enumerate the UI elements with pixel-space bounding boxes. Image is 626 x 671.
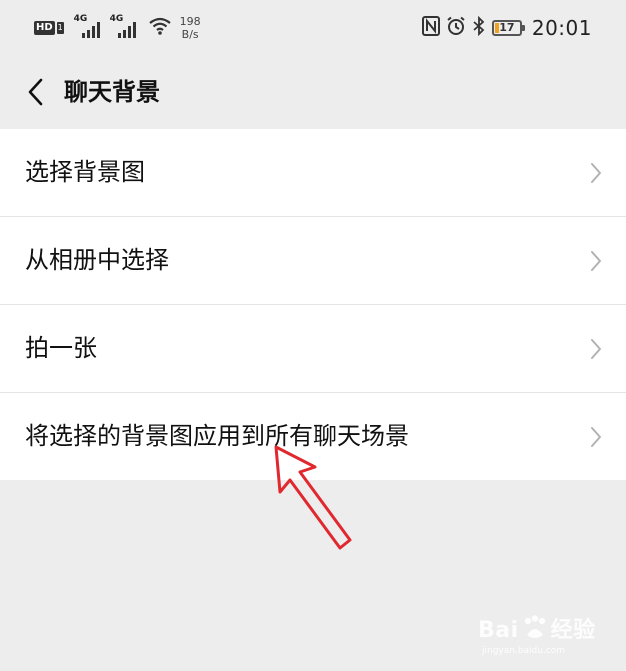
navigation-bar: 聊天背景	[0, 56, 626, 128]
battery-icon: 17	[491, 20, 525, 36]
battery-level: 17	[499, 21, 515, 34]
nfc-icon	[421, 16, 440, 40]
status-bar: HD 1 4G 4G 198 B/s 17 20:01	[0, 0, 626, 56]
wifi-icon	[148, 17, 172, 39]
watermark-brand-text: Bai	[478, 618, 519, 643]
menu-item-choose-background[interactable]: 选择背景图	[0, 129, 626, 217]
speed-unit: B/s	[181, 28, 199, 41]
status-time: 20:01	[531, 16, 592, 40]
watermark-brand: Bai 经验	[478, 612, 596, 644]
bluetooth-icon	[472, 15, 486, 40]
menu-item-take-photo[interactable]: 拍一张	[0, 305, 626, 393]
signal-1-icon: 4G	[74, 14, 104, 40]
menu-item-label: 拍一张	[25, 334, 97, 362]
chevron-right-icon	[591, 339, 601, 359]
menu-item-choose-from-album[interactable]: 从相册中选择	[0, 217, 626, 305]
chevron-right-icon	[591, 163, 601, 183]
menu-item-label: 将选择的背景图应用到所有聊天场景	[25, 422, 409, 450]
watermark-url: jingyan.baidu.com	[482, 646, 566, 656]
alarm-icon	[446, 16, 466, 40]
menu-item-label: 选择背景图	[25, 158, 145, 186]
baidu-jingyan-watermark: Bai 经验 jingyan.baidu.com	[478, 604, 618, 660]
chevron-left-icon	[28, 78, 43, 106]
watermark-brand-suffix: 经验	[550, 618, 596, 643]
menu-item-label: 从相册中选择	[25, 246, 169, 274]
network-speed: 198 B/s	[180, 15, 201, 41]
paw-icon	[524, 615, 545, 638]
chevron-right-icon	[591, 427, 601, 447]
hd-badge: HD	[34, 21, 55, 35]
page-title: 聊天背景	[64, 78, 160, 106]
sim-number: 1	[56, 22, 64, 34]
status-bar-right: 17 20:01	[421, 12, 592, 44]
menu-item-apply-to-all-chats[interactable]: 将选择的背景图应用到所有聊天场景	[0, 393, 626, 480]
status-bar-left: HD 1 4G 4G 198 B/s	[34, 12, 201, 44]
back-button[interactable]	[16, 72, 56, 112]
speed-value: 198	[179, 15, 201, 28]
chevron-right-icon	[591, 251, 601, 271]
settings-list: 选择背景图 从相册中选择 拍一张 将选择的背景图应用到所有聊天场景	[0, 129, 626, 480]
signal-2-icon: 4G	[110, 14, 140, 40]
chat-background-screen: HD 1 4G 4G 198 B/s 17 20:01 聊天背景 选择背景图 从…	[0, 0, 626, 671]
